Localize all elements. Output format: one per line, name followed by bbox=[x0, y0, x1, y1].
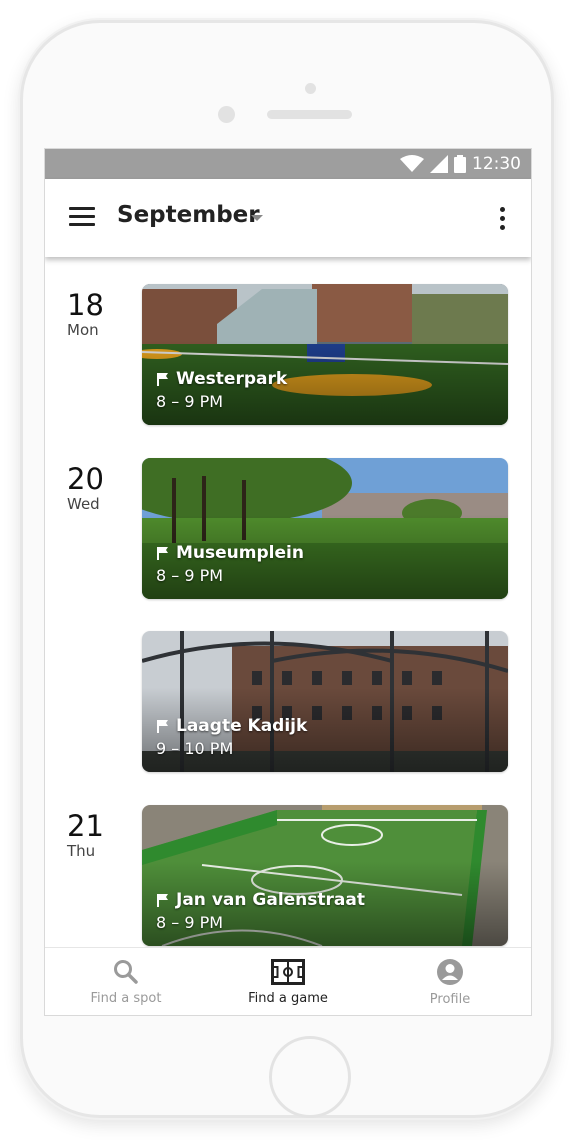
status-bar: 12:30 bbox=[45, 149, 531, 179]
game-card[interactable]: Museumplein 8 – 9 PM bbox=[142, 458, 508, 599]
front-sensor bbox=[305, 83, 316, 94]
nav-profile[interactable]: Profile bbox=[369, 948, 531, 1015]
dropdown-arrow-icon[interactable] bbox=[251, 215, 263, 221]
wifi-icon bbox=[400, 155, 424, 172]
flag-icon bbox=[157, 547, 168, 560]
game-time: 8 – 9 PM bbox=[156, 392, 224, 411]
day-number: 21 bbox=[67, 809, 104, 843]
date-label: 18 Mon bbox=[67, 289, 104, 339]
day-number: 18 bbox=[67, 288, 104, 322]
cellular-signal-icon bbox=[430, 155, 448, 173]
search-icon bbox=[114, 960, 138, 984]
game-location: Museumplein bbox=[176, 543, 304, 563]
game-card[interactable]: Laagte Kadijk 9 – 10 PM bbox=[142, 631, 508, 772]
day-name: Mon bbox=[67, 321, 99, 339]
hamburger-menu-icon[interactable] bbox=[69, 207, 95, 229]
game-location: Laagte Kadijk bbox=[176, 716, 308, 736]
game-time: 9 – 10 PM bbox=[156, 739, 234, 758]
field-icon bbox=[271, 959, 305, 985]
app-screen: 12:30 September 18 Mon Westerpark 8 – 9 … bbox=[44, 148, 532, 1016]
flag-icon bbox=[157, 894, 168, 907]
nav-label: Profile bbox=[429, 992, 471, 1007]
profile-icon bbox=[437, 959, 463, 985]
nav-label: Find a spot bbox=[90, 991, 162, 1006]
nav-find-a-game[interactable]: Find a game bbox=[207, 948, 369, 1015]
day-name: Thu bbox=[67, 842, 96, 860]
front-camera bbox=[218, 106, 235, 123]
flag-icon bbox=[157, 720, 168, 733]
home-button[interactable] bbox=[269, 1036, 351, 1118]
status-time: 12:30 bbox=[472, 154, 521, 174]
game-card[interactable]: Jan van Galenstraat 8 – 9 PM bbox=[142, 805, 508, 946]
game-card[interactable]: Westerpark 8 – 9 PM bbox=[142, 284, 508, 425]
more-options-icon[interactable] bbox=[497, 207, 507, 233]
game-location: Westerpark bbox=[176, 369, 288, 389]
date-label: 21 Thu bbox=[67, 810, 104, 860]
day-number: 20 bbox=[67, 462, 104, 496]
nav-find-a-spot[interactable]: Find a spot bbox=[45, 948, 207, 1015]
day-name: Wed bbox=[67, 495, 100, 513]
game-location: Jan van Galenstraat bbox=[176, 890, 365, 910]
earpiece-speaker bbox=[267, 110, 352, 119]
month-title[interactable]: September bbox=[117, 202, 260, 228]
bottom-navigation: Find a spot Find a game Profile bbox=[45, 947, 531, 1015]
flag-icon bbox=[157, 373, 168, 386]
game-time: 8 – 9 PM bbox=[156, 566, 224, 585]
app-bar: September bbox=[45, 179, 531, 257]
games-list: 18 Mon Westerpark 8 – 9 PM 20 Wed Museum… bbox=[45, 257, 531, 947]
game-time: 8 – 9 PM bbox=[156, 913, 224, 932]
date-label: 20 Wed bbox=[67, 463, 104, 513]
battery-icon bbox=[454, 155, 466, 173]
nav-label: Find a game bbox=[248, 991, 328, 1006]
